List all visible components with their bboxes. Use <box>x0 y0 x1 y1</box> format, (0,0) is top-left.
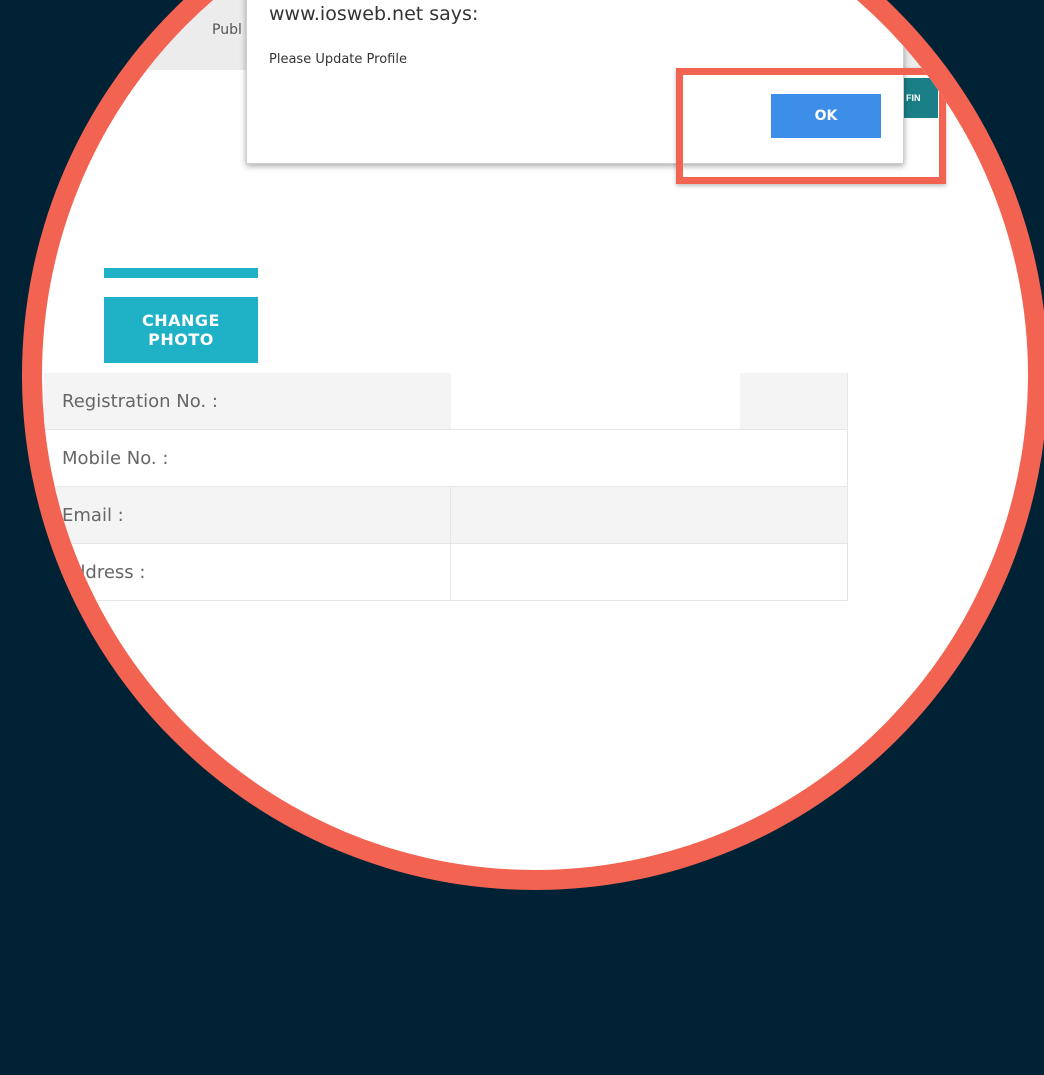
email-value <box>450 486 848 544</box>
zoomed-page: Publ FIN www.iosweb.net says: Please Upd… <box>42 0 1028 870</box>
profile-table: Registration No. : Mobile No. : Email : … <box>44 373 848 601</box>
table-row: Registration No. : <box>44 373 848 430</box>
table-row: Mobile No. : <box>44 429 848 487</box>
table-row: Email : <box>44 486 848 544</box>
change-photo-button[interactable]: CHANGE PHOTO <box>104 297 258 363</box>
screenshot-stage: Publ FIN www.iosweb.net says: Please Upd… <box>0 0 1044 1075</box>
registration-value <box>450 373 848 430</box>
photo-placeholder-bar <box>104 268 258 278</box>
dialog-title: www.iosweb.net says: <box>269 3 479 25</box>
email-label: Email : <box>44 486 451 544</box>
address-label: Address : <box>44 543 451 601</box>
mobile-value <box>450 429 848 487</box>
header-partial-text: Publ <box>212 22 242 38</box>
mobile-label: Mobile No. : <box>44 429 451 487</box>
dialog-message: Please Update Profile <box>269 52 407 67</box>
registration-label: Registration No. : <box>44 373 451 430</box>
address-value <box>450 543 848 601</box>
magnifier-circle: Publ FIN www.iosweb.net says: Please Upd… <box>22 0 1044 890</box>
highlight-box <box>676 68 946 184</box>
table-row: Address : <box>44 543 848 601</box>
